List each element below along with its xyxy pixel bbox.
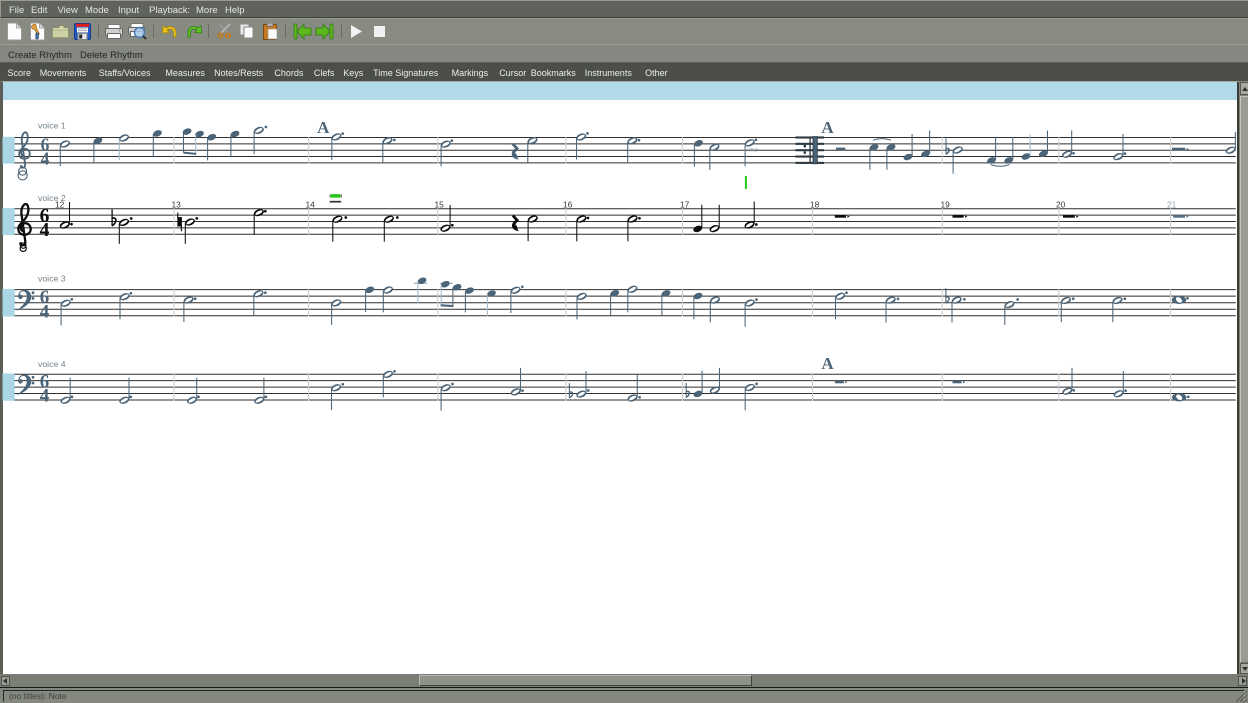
svg-text:A: A — [317, 118, 330, 137]
svg-text:Fine: Fine — [743, 145, 758, 154]
svg-text:21: 21 — [1167, 200, 1177, 210]
svg-text:20: 20 — [1056, 200, 1066, 210]
svg-text:4: 4 — [40, 220, 50, 241]
svg-text:voice 4: voice 4 — [38, 359, 66, 369]
svg-text:16: 16 — [563, 200, 573, 210]
svg-text:4: 4 — [40, 301, 50, 322]
svg-text:voice 3: voice 3 — [38, 274, 66, 284]
svg-text:4: 4 — [41, 148, 50, 168]
svg-text:18: 18 — [810, 200, 820, 210]
svg-text:15: 15 — [435, 200, 445, 210]
svg-text:4: 4 — [40, 386, 50, 407]
svg-text:12: 12 — [55, 200, 65, 210]
svg-text:19: 19 — [941, 200, 951, 210]
svg-text:14: 14 — [306, 200, 316, 210]
svg-text:A: A — [821, 354, 834, 373]
svg-text:A: A — [821, 118, 834, 137]
svg-text:13: 13 — [172, 200, 182, 210]
svg-text:17: 17 — [680, 200, 690, 210]
svg-text:voice 1: voice 1 — [38, 121, 66, 131]
